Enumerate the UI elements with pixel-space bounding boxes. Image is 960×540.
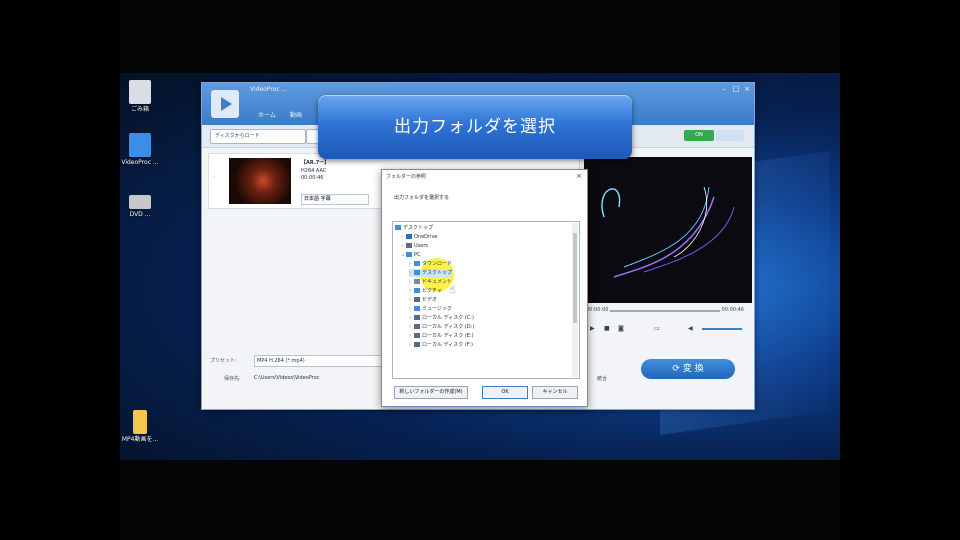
time-end: 00:00:46 <box>721 307 744 313</box>
play-icon[interactable]: ▶ <box>590 325 595 332</box>
camera-icon[interactable]: ◙ <box>618 325 624 332</box>
file-name: 【AR.7ー】 <box>301 160 330 166</box>
drive-icon <box>414 315 420 320</box>
volume-slider[interactable] <box>702 328 742 330</box>
tree-item[interactable]: › ミュージック <box>409 305 452 313</box>
documents-icon <box>414 279 420 284</box>
close-icon[interactable]: × <box>576 172 582 180</box>
maximize-icon[interactable]: □ <box>732 86 740 93</box>
time-start: 00:00:00 <box>586 307 609 313</box>
tab-home[interactable]: ホーム <box>258 110 276 119</box>
tree-item-selected[interactable]: › デスクトップ <box>409 269 453 277</box>
preset-select[interactable]: MP4 H.264 (*.mp4) <box>254 355 386 367</box>
close-icon[interactable]: × <box>743 86 751 93</box>
playback-controls: ▶ ■ ◙ ▭ ◀ <box>584 323 752 335</box>
dialog-prompt: 出力フォルダを選択する <box>394 195 450 201</box>
file-duration: 00:00:46 <box>301 175 324 181</box>
expand-arrow-icon[interactable]: ‹ <box>213 174 215 180</box>
tree-item[interactable]: › ローカル ディスク (C:) <box>409 314 474 322</box>
folder-open-icon[interactable]: ▭ <box>654 325 660 332</box>
desktop-icon-videoproc[interactable]: VideoProc ... <box>110 133 170 166</box>
music-icon <box>414 306 420 311</box>
desktop-icon <box>395 225 401 230</box>
subtitle-dropdown[interactable]: 日本語 字幕 <box>301 194 369 205</box>
video-preview <box>584 157 752 303</box>
settings-toggle[interactable] <box>716 130 744 141</box>
tree-item[interactable]: › ローカル ディスク (D:) <box>409 323 474 331</box>
app-title: VideoProc ... <box>250 86 288 93</box>
tree-item[interactable]: › ピクチャ <box>409 287 442 295</box>
seek-bar[interactable] <box>610 310 720 312</box>
refresh-icon: ⟳ <box>672 364 683 374</box>
desktop-icon-recycle-bin[interactable]: ごみ箱 <box>110 80 170 113</box>
desktop-icon-folder[interactable]: MP4動画を... <box>110 410 170 443</box>
desktop-icon-dvd[interactable]: DVD ... <box>110 195 170 218</box>
recycle-bin-icon <box>129 80 151 104</box>
tree-item[interactable]: › ダウンロード <box>409 260 452 268</box>
user-icon <box>406 243 412 248</box>
tree-item[interactable]: デスクトップ <box>395 224 433 232</box>
folder-tree[interactable]: デスクトップ › OneDrive › Users ⌄ PC › ダウンロード › デスク… <box>392 221 580 379</box>
new-folder-button[interactable]: 新しいフォルダーの作成(M) <box>394 386 468 399</box>
hw-accel-toggle[interactable]: ON <box>684 130 714 141</box>
file-codec: H264 AAC <box>301 168 327 174</box>
load-disc-button[interactable]: ディスクからロード <box>210 129 306 144</box>
app-shortcut-icon <box>129 133 151 157</box>
cancel-button[interactable]: キャンセル <box>532 386 578 399</box>
dvd-shortcut-icon <box>129 195 151 209</box>
drive-icon <box>414 324 420 329</box>
dialog-title: フォルダーの参照 <box>386 174 427 180</box>
tree-item[interactable]: ⌄ PC <box>401 251 421 259</box>
preview-graphic <box>601 186 735 278</box>
tree-item[interactable]: › ローカル ディスク (F:) <box>409 341 473 349</box>
caption-banner: 出力フォルダを選択 <box>318 95 632 159</box>
convert-label: 変 換 <box>682 364 704 374</box>
tree-item[interactable]: › ローカル ディスク (E:) <box>409 332 474 340</box>
ok-button[interactable]: OK <box>482 386 528 399</box>
preset-label: プリセット: <box>210 358 237 364</box>
output-folder-label: 保存先: <box>224 376 241 382</box>
output-folder-path[interactable]: C:\Users\Videos\VideoProc <box>254 375 320 381</box>
scrollbar-thumb[interactable] <box>573 233 577 323</box>
desktop-icon <box>414 270 420 275</box>
drive-icon <box>414 342 420 347</box>
volume-icon[interactable]: ◀ <box>688 325 693 332</box>
tab-video[interactable]: 動画 <box>290 110 302 119</box>
folder-icon <box>133 410 147 434</box>
merge-checkbox[interactable]: 統合 <box>597 375 607 382</box>
minimize-icon[interactable]: – <box>720 86 728 93</box>
stop-icon[interactable]: ■ <box>604 325 610 332</box>
drive-icon <box>414 333 420 338</box>
tree-item[interactable]: › ドキュメント <box>409 278 452 286</box>
cloud-icon <box>406 234 412 239</box>
convert-button[interactable]: ⟳ 変 換 <box>641 359 735 379</box>
folder-browse-dialog: フォルダーの参照 × 出力フォルダを選択する デスクトップ › OneDrive … <box>381 169 588 407</box>
pictures-icon <box>414 288 420 293</box>
tree-item[interactable]: › ビデオ <box>409 296 437 304</box>
preview-timebar[interactable]: 00:00:00 00:00:46 <box>584 305 752 317</box>
tree-scrollbar[interactable] <box>572 223 578 377</box>
video-icon <box>414 297 420 302</box>
play-logo-icon <box>211 90 239 118</box>
tree-item[interactable]: › Users <box>401 242 428 250</box>
tree-item[interactable]: › OneDrive <box>401 233 438 241</box>
download-icon <box>414 261 420 266</box>
pc-icon <box>406 252 412 257</box>
hand-cursor-icon: ☝ <box>449 283 456 296</box>
video-thumbnail <box>229 158 291 204</box>
